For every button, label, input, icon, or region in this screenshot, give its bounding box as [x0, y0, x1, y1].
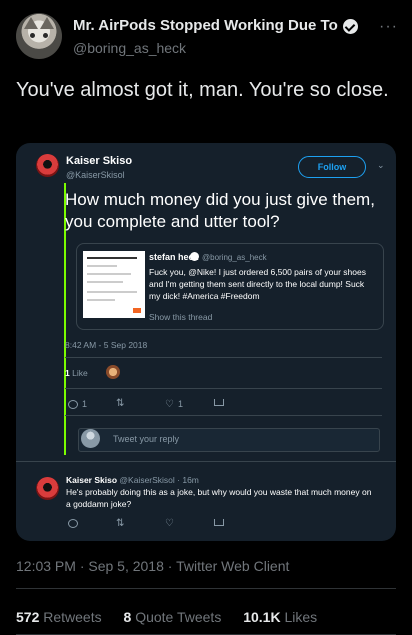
- tweet-meta: 12:03 PM · Sep 5, 2018 · Twitter Web Cli…: [16, 558, 290, 574]
- embedded-user-handle: @KaiserSkisol: [66, 170, 125, 180]
- liker-avatar: [106, 365, 120, 379]
- reply-icon: [68, 399, 78, 409]
- share-icon: [214, 399, 224, 406]
- reply-author-avatar: [36, 477, 59, 500]
- embedded-timestamp: 8:42 AM - 5 Sep 2018: [65, 340, 148, 350]
- reply-placeholder: Tweet your reply: [113, 434, 180, 444]
- more-horizontal-icon[interactable]: ···: [379, 18, 398, 36]
- quote-tweets-stat[interactable]: 8 Quote Tweets: [124, 609, 222, 625]
- quoted-handle: @boring_as_heck: [202, 253, 267, 262]
- retweet-icon: ⇅: [116, 518, 125, 529]
- reply-avatar: [81, 429, 100, 448]
- embedded-user-name: Kaiser Skiso: [66, 155, 133, 167]
- share-icon: [214, 519, 224, 526]
- embedded-screenshot[interactable]: Kaiser Skiso @KaiserSkisol Follow ⌄ How …: [16, 143, 396, 541]
- embedded-likes-row: 1 Like: [65, 368, 88, 378]
- retweet-icon: ⇅: [116, 398, 125, 409]
- avatar[interactable]: [16, 13, 62, 59]
- embedded-main-text: How much money did you just give them, y…: [65, 190, 375, 231]
- tweet-text: You've almost got it, man. You're so clo…: [16, 79, 389, 101]
- verified-badge-icon: [190, 252, 199, 261]
- quoted-thumbnail: [83, 251, 145, 318]
- likes-stat[interactable]: 10.1K Likes: [243, 609, 317, 625]
- quoted-text: Fuck you, @Nike! I just ordered 6,500 pa…: [149, 267, 366, 301]
- verified-badge-icon: [343, 19, 358, 34]
- follow-button: Follow: [298, 156, 366, 178]
- author-display-name[interactable]: Mr. AirPods Stopped Working Due To E...: [73, 17, 341, 34]
- author-handle[interactable]: @boring_as_heck: [73, 40, 186, 56]
- reply-icon: [68, 519, 78, 528]
- retweets-stat[interactable]: 572 Retweets: [16, 609, 102, 625]
- chevron-down-icon: ⌄: [377, 160, 385, 170]
- show-thread-link: Show this thread: [149, 312, 213, 322]
- reply-text: He's probably doing this as a joke, but …: [66, 487, 372, 509]
- quoted-tweet: stefan heck @boring_as_heck Fuck you, @N…: [76, 243, 384, 330]
- tweet-stats: 572 Retweets 8 Quote Tweets 10.1K Likes: [16, 609, 335, 625]
- heart-icon: ♡: [165, 518, 174, 529]
- divider: [16, 588, 396, 589]
- heart-icon: ♡: [165, 398, 174, 410]
- reply-header: Kaiser Skiso @KaiserSkisol · 16m: [66, 475, 199, 485]
- embedded-avatar: [36, 154, 59, 177]
